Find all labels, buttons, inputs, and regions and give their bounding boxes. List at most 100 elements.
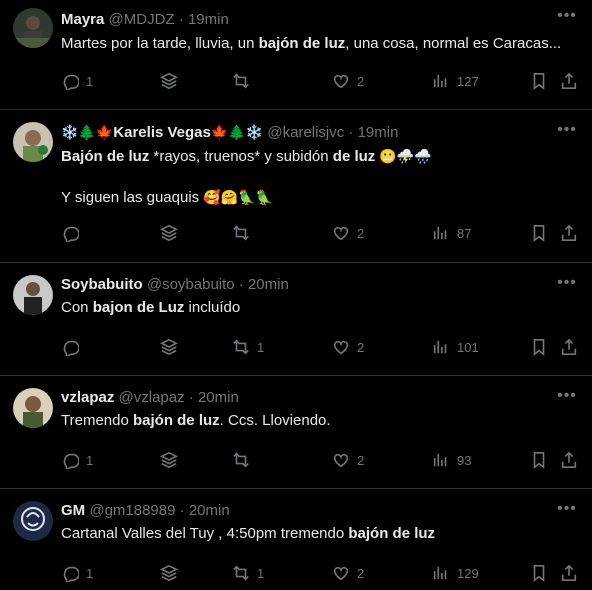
retweet-count: 1 (257, 339, 265, 355)
grok-stack-button[interactable] (160, 70, 178, 92)
grok-stack-icon (160, 564, 178, 582)
tweet-header: GM @gm188989 · 20min (61, 501, 552, 521)
grok-stack-button[interactable] (160, 336, 178, 358)
tweet[interactable]: vzlapaz @vzlapaz · 20min ••• Tremendo ba… (0, 376, 592, 489)
text-segment: *rayos, truenos* y subidón (149, 148, 333, 165)
reply-button[interactable] (61, 222, 86, 244)
heart-button[interactable]: 2 (332, 336, 364, 358)
user-handle[interactable]: @karelisjvc (267, 124, 344, 141)
highlighted-text: Bajón de luz (61, 148, 150, 165)
separator: · (234, 276, 248, 293)
more-dots-icon[interactable]: ••• (556, 275, 578, 297)
more-dots-icon[interactable]: ••• (556, 8, 578, 30)
bookmark-button[interactable] (530, 449, 548, 471)
share-icon (561, 72, 577, 90)
user-handle[interactable]: @MDJDZ (109, 11, 175, 28)
reply-count: 1 (86, 73, 94, 89)
reply-button[interactable] (61, 336, 86, 358)
bookmark-icon (533, 451, 545, 469)
text-segment: Cartanal Valles del Tuy , 4:50pm tremend… (61, 525, 349, 542)
text-segment: incluído (184, 299, 241, 316)
heart-button[interactable]: 2 (332, 449, 364, 471)
heart-button[interactable]: 2 (332, 562, 364, 584)
views-bar-chart-button[interactable]: 101 (432, 336, 479, 358)
avatar[interactable] (13, 501, 53, 541)
retweet-button[interactable]: 1 (232, 562, 264, 584)
share-button[interactable] (560, 222, 578, 244)
avatar[interactable] (13, 275, 53, 315)
retweet-button[interactable] (232, 70, 257, 92)
views-bar-chart-button[interactable]: 129 (432, 562, 479, 584)
views-bar-chart-button[interactable]: 87 (432, 222, 471, 244)
avatar[interactable] (13, 122, 53, 162)
tweet-feed: Mayra @MDJDZ · 19min ••• Martes por la t… (0, 0, 592, 590)
timestamp[interactable]: 19min (358, 124, 399, 141)
timestamp[interactable]: 20min (189, 502, 230, 519)
timestamp[interactable]: 20min (248, 276, 289, 293)
tweet[interactable]: ❄️🌲🍁Karelis Vegas🍁🌲❄️ @karelisjvc · 19mi… (0, 110, 592, 263)
heart-icon (333, 340, 349, 355)
retweet-button[interactable] (232, 222, 257, 244)
grok-stack-button[interactable] (160, 222, 178, 244)
user-handle[interactable]: @soybabuito (147, 276, 235, 293)
more-dots-icon[interactable]: ••• (556, 501, 578, 523)
tweet-actions: 1 2 101 (61, 336, 592, 358)
views-count: 101 (457, 339, 479, 355)
share-button[interactable] (560, 449, 578, 471)
bookmark-icon (533, 338, 545, 356)
heart-button[interactable]: 2 (332, 222, 364, 244)
more-dots-icon[interactable]: ••• (556, 122, 578, 144)
name-emoji-prefix: ❄️🌲🍁 (61, 124, 114, 140)
display-name[interactable]: vzlapaz (61, 389, 114, 406)
name-emoji-suffix: 🍁🌲❄️ (210, 124, 264, 140)
share-button[interactable] (560, 562, 578, 584)
reply-button[interactable]: 1 (61, 449, 93, 471)
separator: · (175, 502, 189, 519)
tweet-text: Martes por la tarde, lluvia, un bajón de… (61, 34, 576, 54)
reply-button[interactable]: 1 (61, 70, 93, 92)
views-bar-chart-icon (433, 453, 447, 467)
user-handle[interactable]: @vzlapaz (119, 389, 185, 406)
bookmark-button[interactable] (530, 70, 548, 92)
like-count: 2 (357, 73, 365, 89)
retweet-button[interactable] (232, 449, 257, 471)
reply-icon (63, 453, 79, 469)
share-button[interactable] (560, 70, 578, 92)
bookmark-button[interactable] (530, 336, 548, 358)
display-name[interactable]: Soybabuito (61, 276, 143, 293)
separator: · (174, 11, 188, 28)
views-count: 87 (457, 225, 472, 241)
tweet[interactable]: Mayra @MDJDZ · 19min ••• Martes por la t… (0, 0, 592, 110)
reply-icon (63, 340, 79, 356)
avatar[interactable] (13, 388, 53, 428)
text-segment: Con (61, 299, 93, 316)
tweet[interactable]: Soybabuito @soybabuito · 20min ••• Con b… (0, 263, 592, 376)
more-dots-icon[interactable]: ••• (556, 388, 578, 410)
bookmark-button[interactable] (530, 222, 548, 244)
tweet-actions: 1 2 127 (61, 70, 592, 92)
display-name[interactable]: Karelis Vegas (113, 124, 211, 141)
emoji-segment: 😬⛈️🌧️ (375, 148, 432, 164)
share-button[interactable] (560, 336, 578, 358)
user-handle[interactable]: @gm188989 (89, 502, 175, 519)
grok-stack-button[interactable] (160, 562, 178, 584)
heart-icon (333, 74, 349, 89)
heart-button[interactable]: 2 (332, 70, 364, 92)
text-segment: Martes por la tarde, lluvia, un (61, 35, 259, 52)
views-bar-chart-button[interactable]: 93 (432, 449, 471, 471)
display-name[interactable]: GM (61, 502, 85, 519)
retweet-button[interactable]: 1 (232, 336, 264, 358)
share-icon (561, 564, 577, 582)
views-bar-chart-button[interactable]: 127 (432, 70, 479, 92)
reply-button[interactable]: 1 (61, 562, 93, 584)
tweet-header: vzlapaz @vzlapaz · 20min (61, 388, 552, 408)
timestamp[interactable]: 19min (188, 11, 229, 28)
grok-stack-button[interactable] (160, 449, 178, 471)
display-name[interactable]: Mayra (61, 11, 104, 28)
bookmark-button[interactable] (530, 562, 548, 584)
tweet-actions: 1 2 93 (61, 449, 592, 471)
tweet[interactable]: GM @gm188989 · 20min ••• Cartanal Valles… (0, 489, 592, 590)
avatar[interactable] (13, 8, 53, 48)
timestamp[interactable]: 20min (198, 389, 239, 406)
retweet-count: 1 (257, 565, 265, 581)
